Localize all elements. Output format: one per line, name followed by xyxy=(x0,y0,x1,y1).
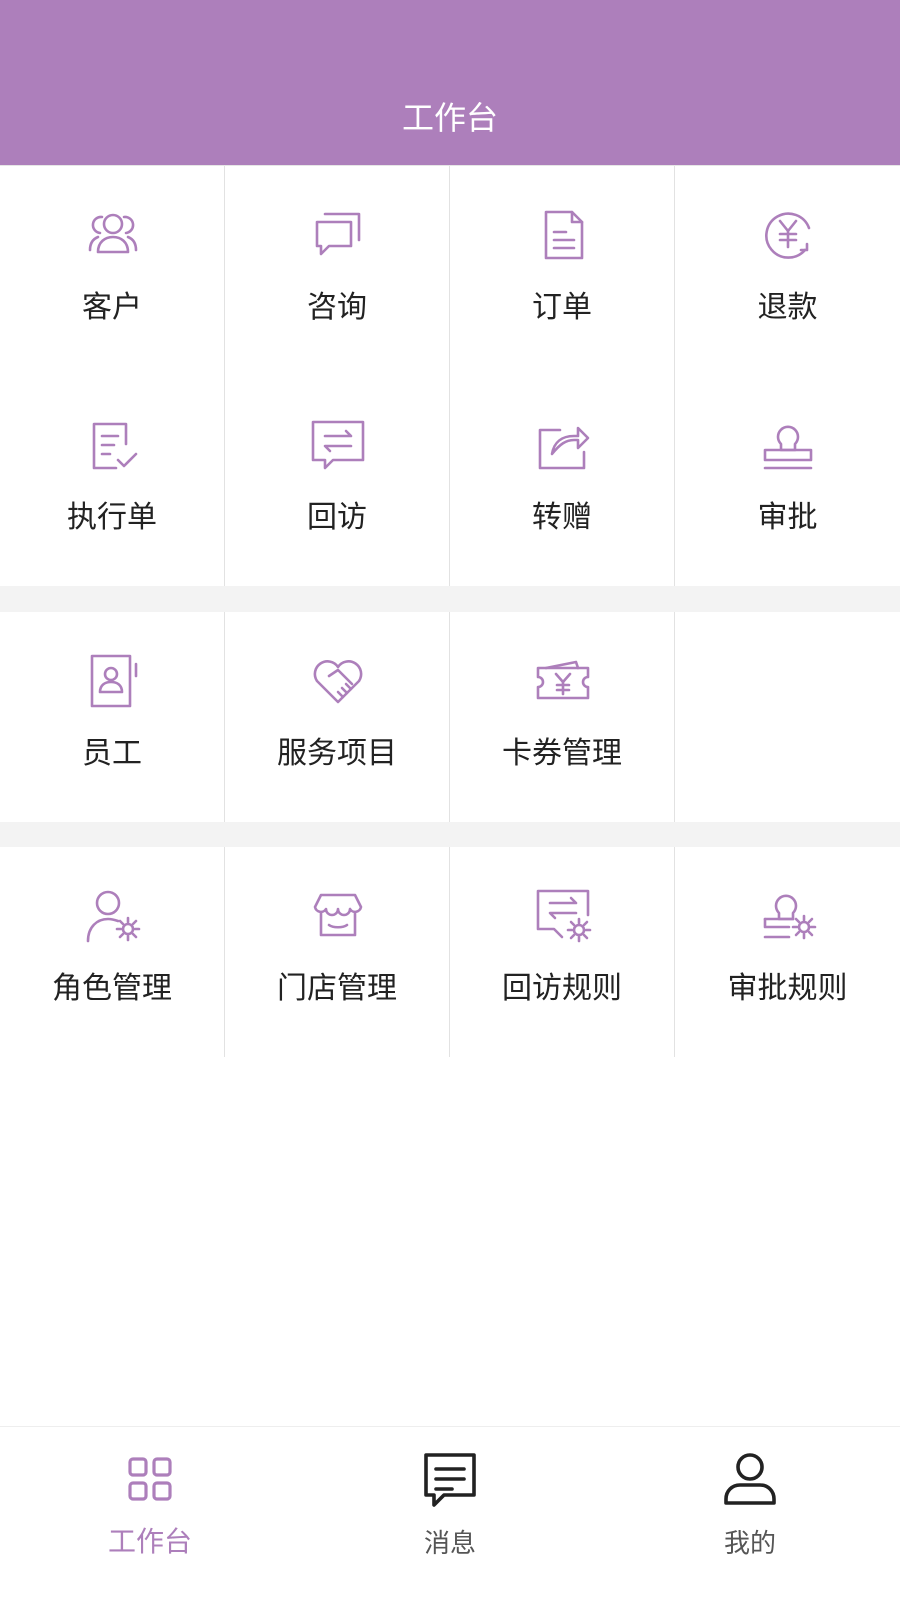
execution-order-icon xyxy=(82,414,144,476)
store-management-icon xyxy=(307,885,369,947)
grid-item-label: 服务项目 xyxy=(277,736,397,771)
employee-icon xyxy=(82,650,144,712)
grid-item-label: 客户 xyxy=(82,290,142,325)
grid-item-label: 退款 xyxy=(757,290,818,325)
workbench-grid-icon xyxy=(118,1447,182,1511)
section-primary: 客户 咨询 订单 退款 执行单 回访 转赠 审批 xyxy=(0,166,900,586)
approval-stamp-icon xyxy=(757,414,819,476)
grid-item-refund[interactable]: 退款 xyxy=(675,166,900,376)
grid-item-employee[interactable]: 员工 xyxy=(0,612,225,822)
grid-item-label: 卡券管理 xyxy=(502,736,622,771)
profile-icon xyxy=(718,1447,782,1511)
grid-row: 员工 服务项目 卡券管理 xyxy=(0,612,900,822)
grid-item-store-management[interactable]: 门店管理 xyxy=(225,847,450,1057)
tab-label: 工作台 xyxy=(107,1525,192,1558)
tab-label: 消息 xyxy=(423,1529,476,1559)
grid-item-label: 角色管理 xyxy=(52,971,172,1006)
grid-item-coupon[interactable]: 卡券管理 xyxy=(450,612,675,822)
order-icon xyxy=(532,204,594,266)
consult-icon xyxy=(307,204,369,266)
grid-item-label: 订单 xyxy=(532,290,592,325)
grid-item-label: 员工 xyxy=(82,736,142,771)
grid-item-consult[interactable]: 咨询 xyxy=(225,166,450,376)
grid-row: 客户 咨询 订单 退款 xyxy=(0,166,900,376)
follow-up-icon xyxy=(307,414,369,476)
grid-item-execution-order[interactable]: 执行单 xyxy=(0,376,225,586)
follow-up-rules-icon xyxy=(532,885,594,947)
grid-item-label: 转赠 xyxy=(532,500,592,535)
grid-item-customers[interactable]: 客户 xyxy=(0,166,225,376)
message-icon xyxy=(418,1447,482,1511)
tab-workbench[interactable]: 工作台 xyxy=(0,1427,300,1601)
page-title: 工作台 xyxy=(401,99,498,137)
section-management: 员工 服务项目 卡券管理 xyxy=(0,612,900,822)
coupon-management-icon xyxy=(532,650,594,712)
grid-item-label: 执行单 xyxy=(67,500,157,535)
service-item-icon xyxy=(307,650,369,712)
customers-icon xyxy=(82,204,144,266)
approval-rules-icon xyxy=(757,885,819,947)
grid-item-follow-up[interactable]: 回访 xyxy=(225,376,450,586)
grid-item-label: 审批规则 xyxy=(727,971,848,1006)
grid-item-label: 审批 xyxy=(757,500,818,535)
section-divider xyxy=(0,586,900,612)
tab-messages[interactable]: 消息 xyxy=(300,1427,600,1601)
tab-label: 我的 xyxy=(723,1529,776,1559)
tab-mine[interactable]: 我的 xyxy=(600,1427,900,1601)
grid-item-empty xyxy=(675,612,900,822)
grid-item-order[interactable]: 订单 xyxy=(450,166,675,376)
grid-item-follow-up-rules[interactable]: 回访规则 xyxy=(450,847,675,1057)
grid-item-label: 咨询 xyxy=(307,290,367,325)
bottom-tab-bar: 工作台 消息 我的 xyxy=(0,1426,900,1601)
grid-item-label: 门店管理 xyxy=(277,971,397,1006)
refund-icon xyxy=(757,204,819,266)
grid-item-transfer-gift[interactable]: 转赠 xyxy=(450,376,675,586)
grid-row: 执行单 回访 转赠 审批 xyxy=(0,376,900,586)
app-header: 工作台 xyxy=(0,0,900,166)
section-divider xyxy=(0,822,900,847)
grid-item-approval[interactable]: 审批 xyxy=(675,376,900,586)
grid-row: 角色管理 门店管理 回访规则 审批规则 xyxy=(0,847,900,1057)
grid-item-label: 回访 xyxy=(307,500,367,535)
grid-item-approval-rules[interactable]: 审批规则 xyxy=(675,847,900,1057)
role-management-icon xyxy=(82,885,144,947)
transfer-gift-icon xyxy=(532,414,594,476)
grid-item-role-management[interactable]: 角色管理 xyxy=(0,847,225,1057)
grid-item-label: 回访规则 xyxy=(502,971,622,1006)
section-settings: 角色管理 门店管理 回访规则 审批规则 xyxy=(0,847,900,1057)
grid-item-service[interactable]: 服务项目 xyxy=(225,612,450,822)
